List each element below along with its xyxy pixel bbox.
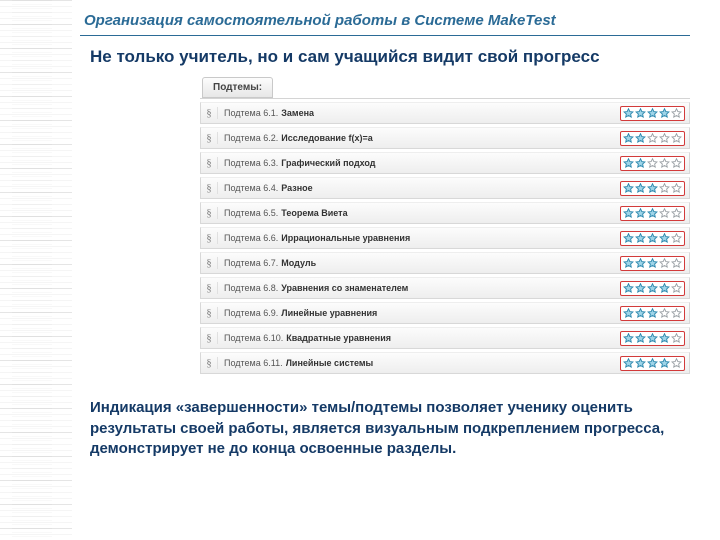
subtopic-prefix: Подтема 6.10. bbox=[224, 333, 283, 343]
star-rating bbox=[620, 206, 685, 221]
subtopic-prefix: Подтема 6.1. bbox=[224, 108, 278, 118]
section-icon: § bbox=[201, 132, 218, 144]
star-rating bbox=[620, 231, 685, 246]
section-icon: § bbox=[201, 257, 218, 269]
subtopic-name: Замена bbox=[281, 108, 314, 118]
subtopic-row[interactable]: § Подтема 6.5.Теорема Виета bbox=[200, 202, 690, 224]
subtopic-name: Иррациональные уравнения bbox=[281, 233, 410, 243]
subtopic-name: Квадратные уравнения bbox=[286, 333, 391, 343]
subtopic-list: § Подтема 6.1.Замена § Подтема 6.2.Исследов… bbox=[200, 98, 690, 374]
subtopic-prefix: Подтема 6.2. bbox=[224, 133, 278, 143]
subtopic-prefix: Подтема 6.4. bbox=[224, 183, 278, 193]
section-icon: § bbox=[201, 357, 218, 369]
subtopic-row[interactable]: § Подтема 6.9.Линейные уравнения bbox=[200, 302, 690, 324]
star-rating bbox=[620, 331, 685, 346]
subtopic-prefix: Подтема 6.9. bbox=[224, 308, 278, 318]
subtopic-row[interactable]: § Подтема 6.2.Исследование f(x)=a bbox=[200, 127, 690, 149]
subtopic-prefix: Подтема 6.6. bbox=[224, 233, 278, 243]
subtopic-name: Исследование f(x)=a bbox=[281, 133, 372, 143]
subtopic-name: Линейные уравнения bbox=[281, 308, 377, 318]
subtopic-row[interactable]: § Подтема 6.8.Уравнения со знаменателем bbox=[200, 277, 690, 299]
footer-text: Индикация «завершенности» темы/подтемы п… bbox=[90, 398, 684, 459]
subtopic-prefix: Подтема 6.5. bbox=[224, 208, 278, 218]
subtopic-row[interactable]: § Подтема 6.6.Иррациональные уравнения bbox=[200, 227, 690, 249]
section-icon: § bbox=[201, 182, 218, 194]
subtopic-name: Линейные системы bbox=[286, 358, 374, 368]
star-rating bbox=[620, 356, 685, 371]
subtopic-row[interactable]: § Подтема 6.11.Линейные системы bbox=[200, 352, 690, 374]
section-icon: § bbox=[201, 282, 218, 294]
section-icon: § bbox=[201, 332, 218, 344]
subtopic-name: Графический подход bbox=[281, 158, 375, 168]
star-rating bbox=[620, 306, 685, 321]
star-rating bbox=[620, 256, 685, 271]
section-icon: § bbox=[201, 232, 218, 244]
subtopic-row[interactable]: § Подтема 6.10.Квадратные уравнения bbox=[200, 327, 690, 349]
section-icon: § bbox=[201, 157, 218, 169]
star-rating bbox=[620, 156, 685, 171]
subtopic-prefix: Подтема 6.8. bbox=[224, 283, 278, 293]
subtopic-name: Разное bbox=[281, 183, 312, 193]
subtopic-prefix: Подтема 6.11. bbox=[224, 358, 283, 368]
star-rating bbox=[620, 281, 685, 296]
decorative-ruler bbox=[0, 0, 72, 540]
star-rating bbox=[620, 106, 685, 121]
subtopic-panel: Подтемы: § Подтема 6.1.Замена § Подтема 6.2… bbox=[200, 77, 690, 374]
subtopic-name: Модуль bbox=[281, 258, 316, 268]
page-subtitle: Не только учитель, но и сам учащийся вид… bbox=[90, 46, 684, 67]
page-title: Организация самостоятельной работы в Сис… bbox=[80, 8, 690, 36]
subtopic-row[interactable]: § Подтема 6.4.Разное bbox=[200, 177, 690, 199]
section-icon: § bbox=[201, 207, 218, 219]
subtopic-row[interactable]: § Подтема 6.1.Замена bbox=[200, 102, 690, 124]
subtopic-row[interactable]: § Подтема 6.7.Модуль bbox=[200, 252, 690, 274]
section-icon: § bbox=[201, 107, 218, 119]
panel-header: Подтемы: bbox=[202, 77, 273, 98]
section-icon: § bbox=[201, 307, 218, 319]
subtopic-name: Теорема Виета bbox=[281, 208, 347, 218]
subtopic-prefix: Подтема 6.7. bbox=[224, 258, 278, 268]
star-rating bbox=[620, 131, 685, 146]
star-rating bbox=[620, 181, 685, 196]
subtopic-prefix: Подтема 6.3. bbox=[224, 158, 278, 168]
slide: Организация самостоятельной работы в Сис… bbox=[80, 8, 690, 532]
subtopic-row[interactable]: § Подтема 6.3.Графический подход bbox=[200, 152, 690, 174]
subtopic-name: Уравнения со знаменателем bbox=[281, 283, 408, 293]
